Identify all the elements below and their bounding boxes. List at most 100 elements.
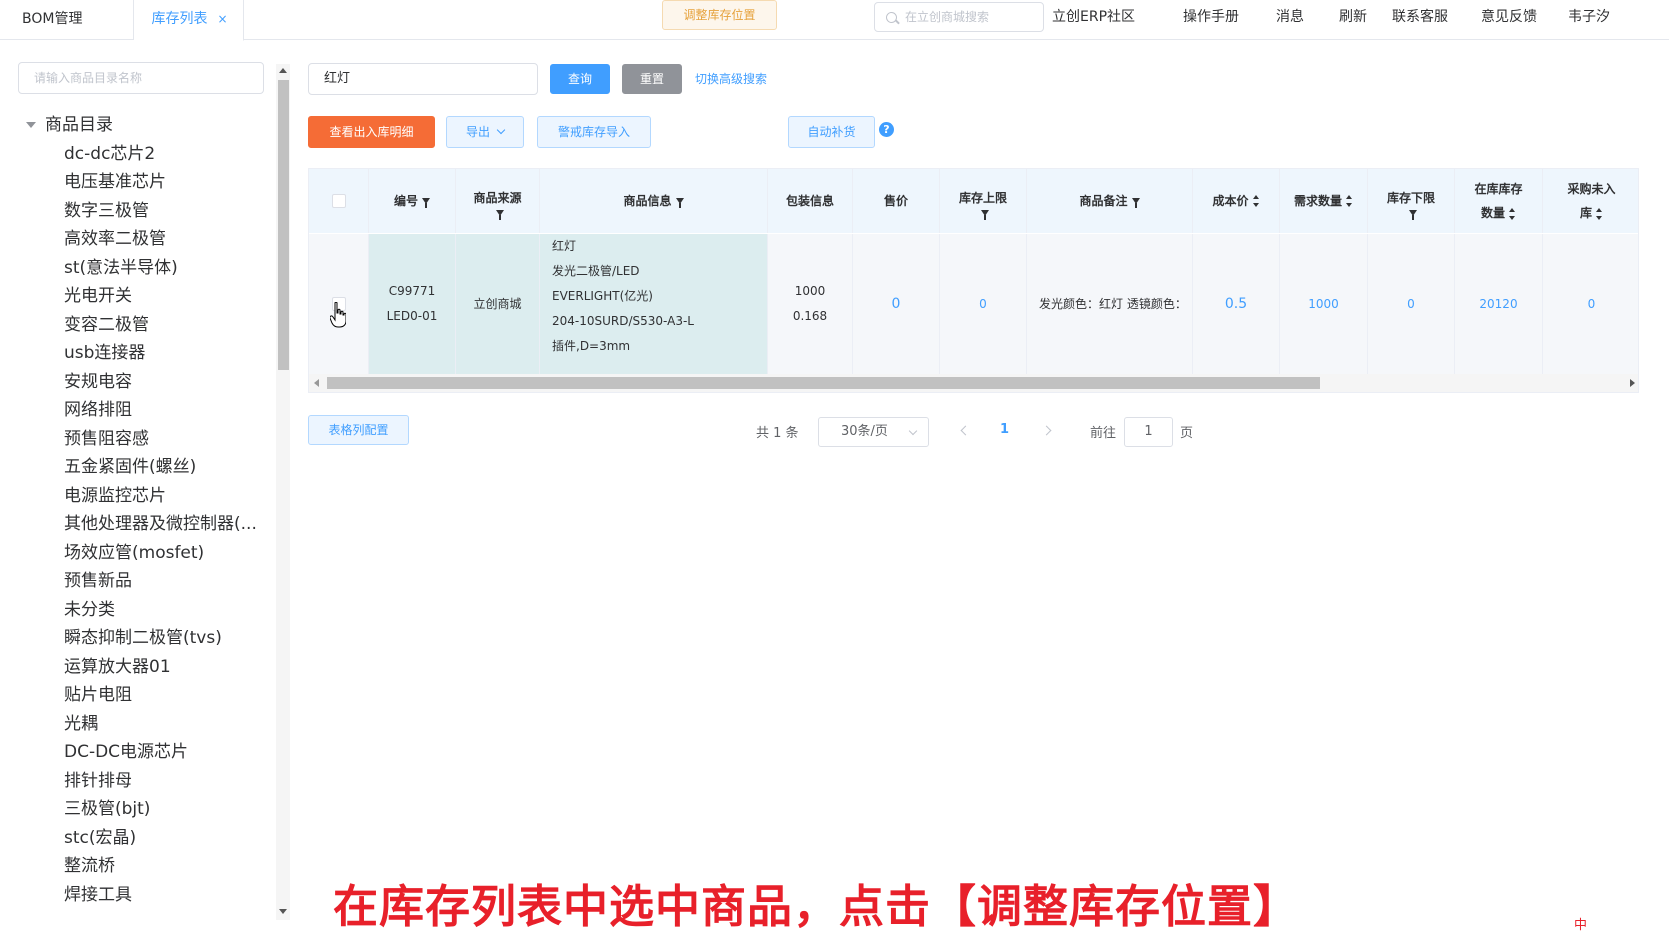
tree-item[interactable]: st(意法半导体) bbox=[64, 253, 178, 278]
tree-item[interactable]: 其他处理器及微控制器(... bbox=[64, 509, 257, 534]
tree-item[interactable]: 三极管(bjt) bbox=[64, 794, 150, 819]
tree-item[interactable]: 电压基准芯片 bbox=[64, 167, 166, 192]
scrollbar-thumb[interactable] bbox=[327, 377, 1320, 389]
nav-messages[interactable]: 消息 bbox=[1276, 0, 1304, 34]
filter-icon[interactable] bbox=[1131, 198, 1140, 208]
tree-item[interactable]: 变容二极管 bbox=[64, 310, 149, 335]
header-cost[interactable]: 成本价 bbox=[1193, 169, 1280, 233]
tree-item[interactable]: 运算放大器01 bbox=[64, 652, 171, 677]
mall-search-input[interactable]: 在立创商城搜索 bbox=[874, 2, 1044, 32]
tree-item[interactable]: 预售阻容感 bbox=[64, 424, 149, 449]
tree-item[interactable]: usb连接器 bbox=[64, 338, 145, 363]
prev-page-icon[interactable] bbox=[960, 425, 971, 436]
tree-item[interactable]: 五金紧固件(螺丝) bbox=[64, 452, 196, 477]
header-label: 商品备注 bbox=[1079, 194, 1128, 208]
product-search-input[interactable]: 红灯 bbox=[308, 63, 538, 95]
goto-page-input[interactable]: 1 bbox=[1124, 417, 1173, 447]
tree-item[interactable]: 贴片电阻 bbox=[64, 680, 132, 705]
tree-item[interactable]: 数字三极管 bbox=[64, 196, 149, 221]
reset-button[interactable]: 重置 bbox=[622, 64, 682, 94]
cell-purchase-pending[interactable]: 0 bbox=[1543, 234, 1638, 374]
nav-manual[interactable]: 操作手册 bbox=[1183, 0, 1239, 34]
tree-item[interactable]: 场效应管(mosfet) bbox=[64, 538, 204, 563]
user-name[interactable]: 韦子汐 bbox=[1568, 0, 1610, 34]
warning-stock-import-button[interactable]: 警戒库存导入 bbox=[537, 116, 651, 148]
stock-detail-button[interactable]: 查看出入库明细 bbox=[308, 116, 435, 148]
tree-item[interactable]: 未分类 bbox=[64, 595, 115, 620]
nav-erp-community[interactable]: 立创ERP社区 bbox=[1052, 0, 1135, 34]
tree-item[interactable]: 网络排阻 bbox=[64, 395, 132, 420]
filter-icon[interactable] bbox=[1409, 210, 1417, 220]
cell-upper-limit[interactable]: 0 bbox=[940, 234, 1027, 374]
sort-icon[interactable] bbox=[1596, 207, 1603, 220]
sidebar-scrollbar[interactable] bbox=[276, 64, 290, 920]
page-size-select[interactable]: 30条/页 bbox=[818, 417, 929, 447]
header-code[interactable]: 编号 bbox=[369, 169, 456, 233]
tree-item[interactable]: 瞬态抑制二极管(tvs) bbox=[64, 623, 222, 648]
close-icon[interactable]: × bbox=[217, 12, 227, 26]
cell-lower-limit[interactable]: 0 bbox=[1368, 234, 1455, 374]
cell-in-stock[interactable]: 20120 bbox=[1455, 234, 1543, 374]
tree-item[interactable]: dc-dc芯片2 bbox=[64, 139, 155, 164]
catalog-search-input[interactable]: 请输入商品目录名称 bbox=[18, 62, 264, 94]
tree-item[interactable]: 排针排母 bbox=[64, 766, 132, 791]
header-demand[interactable]: 需求数量 bbox=[1280, 169, 1368, 233]
table-row[interactable]: C99771 LED0-01 立创商城 红灯 发光二极管/LED EVERLIG… bbox=[309, 234, 1638, 374]
tree-item[interactable]: 光耦 bbox=[64, 709, 98, 734]
cell-cost[interactable]: 0.5 bbox=[1193, 234, 1280, 374]
scrollbar-thumb[interactable] bbox=[278, 80, 289, 370]
adjust-stock-location-button[interactable]: 调整库存位置 bbox=[662, 0, 777, 30]
filter-icon[interactable] bbox=[981, 210, 989, 220]
tree-item[interactable]: 预售新品 bbox=[64, 566, 132, 591]
sort-icon[interactable] bbox=[1252, 195, 1260, 207]
header-select-all[interactable] bbox=[309, 169, 369, 233]
tree-item[interactable]: 安规电容 bbox=[64, 367, 132, 392]
help-icon[interactable]: ? bbox=[879, 122, 894, 137]
sort-icon[interactable] bbox=[1509, 207, 1516, 220]
tree-item[interactable]: 焊接工具 bbox=[64, 880, 132, 905]
tree-item[interactable]: 整流桥 bbox=[64, 851, 115, 876]
sort-icon[interactable] bbox=[1346, 195, 1353, 207]
nav-feedback[interactable]: 意见反馈 bbox=[1481, 0, 1537, 34]
tree-item[interactable]: DC-DC电源芯片 bbox=[64, 737, 188, 762]
tree-item[interactable]: stc(宏晶) bbox=[64, 823, 136, 848]
filter-icon[interactable] bbox=[495, 210, 504, 220]
header-purchase-pending[interactable]: 采购未入库 bbox=[1543, 169, 1638, 233]
caret-down-icon[interactable] bbox=[26, 122, 36, 128]
header-lower-limit[interactable]: 库存下限 bbox=[1368, 169, 1455, 233]
next-page-icon[interactable] bbox=[1041, 425, 1052, 436]
header-label: 商品来源 bbox=[473, 191, 522, 205]
scroll-left-icon[interactable] bbox=[314, 379, 319, 387]
cell-price[interactable]: 0 bbox=[853, 234, 940, 374]
cell-text: 插件,D=3mm bbox=[552, 339, 631, 353]
header-upper-limit[interactable]: 库存上限 bbox=[940, 169, 1027, 233]
cell-demand[interactable]: 1000 bbox=[1280, 234, 1368, 374]
nav-refresh[interactable]: 刷新 bbox=[1339, 0, 1367, 34]
header-in-stock[interactable]: 在库库存 数量 bbox=[1455, 169, 1543, 233]
tree-root[interactable]: 商品目录 bbox=[26, 110, 113, 135]
scroll-down-icon[interactable] bbox=[279, 909, 287, 914]
tree-item[interactable]: 高效率二极管 bbox=[64, 224, 166, 249]
tab-bom-management[interactable]: BOM管理 bbox=[0, 0, 134, 40]
header-price: 售价 bbox=[853, 169, 940, 233]
auto-replenish-button[interactable]: 自动补货 bbox=[788, 116, 875, 148]
table-horizontal-scrollbar[interactable] bbox=[309, 374, 1638, 392]
scroll-right-icon[interactable] bbox=[1630, 379, 1635, 387]
select-all-checkbox[interactable] bbox=[331, 194, 346, 208]
header-source[interactable]: 商品来源 bbox=[456, 169, 540, 233]
filter-icon[interactable] bbox=[675, 198, 684, 208]
tree-item[interactable]: 光电开关 bbox=[64, 281, 132, 306]
nav-contact-support[interactable]: 联系客服 bbox=[1392, 0, 1448, 34]
header-remark[interactable]: 商品备注 bbox=[1027, 169, 1193, 233]
tree-item[interactable]: 电源监控芯片 bbox=[64, 481, 166, 506]
scroll-up-icon[interactable] bbox=[279, 68, 287, 73]
header-info[interactable]: 商品信息 bbox=[540, 169, 768, 233]
advanced-search-link[interactable]: 切换高级搜索 bbox=[695, 70, 767, 87]
export-button[interactable]: 导出 bbox=[446, 116, 524, 148]
current-page[interactable]: 1 bbox=[1000, 422, 1009, 437]
filter-icon[interactable] bbox=[422, 198, 430, 208]
column-config-button[interactable]: 表格列配置 bbox=[308, 415, 409, 445]
tab-inventory-list[interactable]: 库存列表 × bbox=[134, 0, 244, 41]
header-label: 数量 bbox=[1480, 206, 1505, 220]
query-button[interactable]: 查询 bbox=[550, 64, 610, 94]
